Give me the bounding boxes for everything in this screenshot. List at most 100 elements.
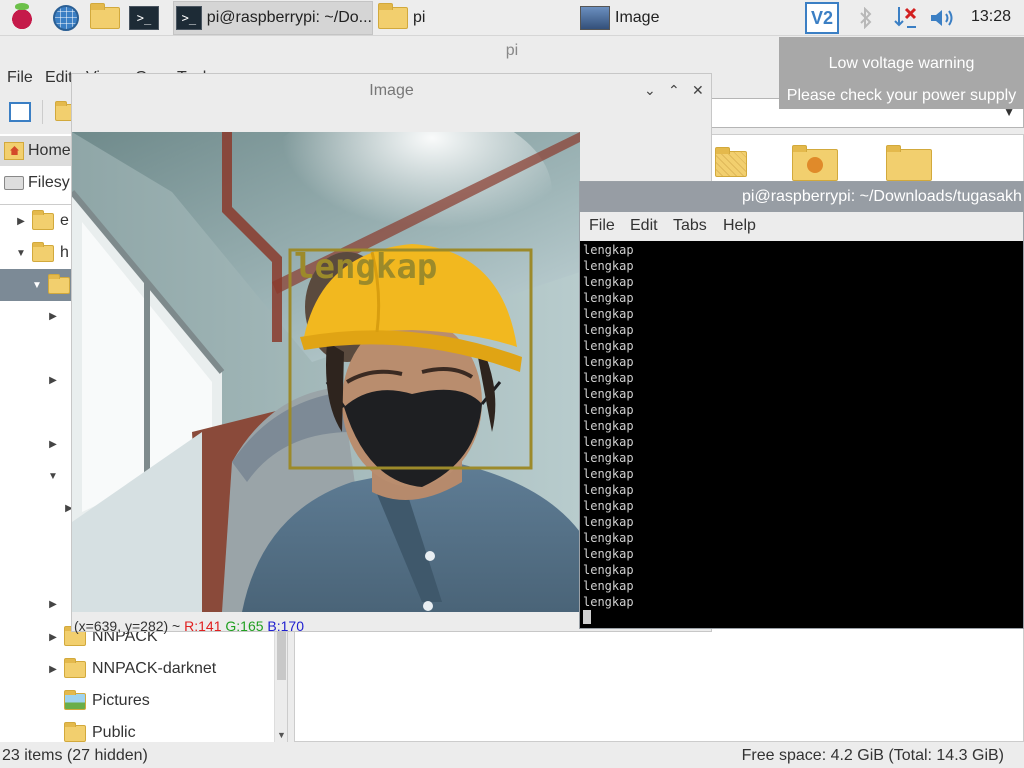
close-icon[interactable]: ✕ [692, 74, 704, 107]
tree-label: Pictures [92, 692, 150, 709]
folder-icon[interactable] [715, 147, 747, 177]
file-manager-statusbar: 23 items (27 hidden) Free space: 4.2 GiB… [0, 744, 1024, 768]
pixel-coords: (x=639, y=282) ~ [74, 618, 181, 634]
folder-icon [32, 209, 54, 230]
tree-row-pictures[interactable]: Pictures [0, 685, 287, 717]
expander-right-icon[interactable]: ▶ [46, 439, 60, 450]
image-window-titlebar[interactable]: Image ⌄ ⌃ ✕ [72, 74, 711, 107]
task-label: pi [413, 9, 426, 26]
web-browser-launcher[interactable] [51, 3, 81, 33]
maximize-icon[interactable]: ⌃ [668, 74, 680, 107]
file-manager-launcher[interactable] [90, 3, 120, 33]
home-folder-icon [48, 273, 70, 294]
folder-icon[interactable] [886, 145, 932, 181]
terminal-line: lengkap [583, 387, 634, 401]
taskbar: >_ >_ pi@raspberrypi: ~/Do... pi Image V… [0, 0, 1024, 36]
place-home[interactable]: Home [0, 136, 72, 166]
terminal-line: lengkap [583, 275, 634, 289]
terminal-line: lengkap [583, 307, 634, 321]
task-label: pi@raspberrypi: ~/Do... [206, 9, 372, 26]
expander-right-icon[interactable]: ▶ [46, 664, 60, 675]
term-menu-file[interactable]: File [589, 217, 615, 235]
clock[interactable]: 13:28 [971, 8, 1011, 26]
term-menu-edit[interactable]: Edit [630, 217, 658, 235]
minimize-icon[interactable]: ⌄ [644, 74, 656, 107]
terminal-window[interactable]: pi@raspberrypi: ~/Downloads/tugasakhir F… [579, 181, 1024, 629]
low-voltage-notification[interactable]: Low voltage warning Please check your po… [779, 37, 1024, 109]
terminal-line: lengkap [583, 515, 634, 529]
terminal-line: lengkap [583, 563, 634, 577]
terminal-line: lengkap [583, 579, 634, 593]
tree-row-nnpack-darknet[interactable]: ▶ NNPACK-darknet [0, 653, 287, 685]
folder-icon [378, 3, 408, 29]
detection-label: lengkap [294, 247, 437, 287]
volume-icon[interactable] [929, 4, 957, 32]
new-window-icon[interactable] [9, 102, 31, 122]
terminal-line: lengkap [583, 291, 634, 305]
menu-file[interactable]: File [7, 69, 33, 87]
terminal-line: lengkap [583, 339, 634, 353]
place-label: Filesy [28, 174, 70, 191]
folder-icon [64, 657, 86, 678]
task-image[interactable]: Image [578, 1, 768, 35]
task-terminal[interactable]: >_ pi@raspberrypi: ~/Do... [173, 1, 373, 35]
terminal-line: lengkap [583, 531, 634, 545]
terminal-launcher[interactable]: >_ [129, 3, 159, 33]
play-icon [807, 157, 823, 173]
terminal-line: lengkap [583, 451, 634, 465]
notification-body: Please check your power supply [786, 87, 1017, 104]
toolbar-divider [42, 100, 43, 124]
terminal-line: lengkap [583, 483, 634, 497]
pixel-r-value: R:141 [184, 618, 222, 634]
task-label: Image [615, 9, 660, 26]
vnc-icon[interactable]: V2 [805, 2, 839, 34]
expander-right-icon[interactable]: ▶ [46, 311, 60, 322]
expander-right-icon[interactable]: ▶ [46, 375, 60, 386]
term-menu-help[interactable]: Help [723, 217, 756, 235]
terminal-output[interactable]: lengkap lengkap lengkap lengkap lengkap lengk… [580, 241, 1023, 629]
tree-label: h [60, 244, 69, 261]
expander-right-icon[interactable]: ▶ [46, 632, 60, 643]
scroll-down-icon[interactable]: ▼ [277, 730, 286, 740]
folder-icon [32, 241, 54, 262]
camera-frame[interactable]: lengkap [72, 132, 580, 612]
terminal-line: lengkap [583, 499, 634, 513]
terminal-line: lengkap [583, 547, 634, 561]
drive-icon [4, 176, 24, 190]
pixel-info-status: (x=639, y=282) ~ R:141 G:165 B:170 [74, 618, 304, 634]
home-icon [4, 142, 24, 160]
terminal-line: lengkap [583, 419, 634, 433]
pixel-g-value: G:165 [225, 618, 264, 634]
terminal-line: lengkap [583, 355, 634, 369]
bluetooth-icon[interactable] [856, 4, 876, 32]
menu-edit[interactable]: Edit [45, 69, 73, 87]
terminal-titlebar[interactable]: pi@raspberrypi: ~/Downloads/tugasakhir [580, 182, 1023, 212]
window-title: Image [369, 82, 414, 99]
term-menu-tabs[interactable]: Tabs [673, 217, 707, 235]
expander-down-icon[interactable]: ▼ [46, 471, 60, 482]
expander-down-icon[interactable]: ▼ [14, 248, 28, 259]
tree-label: Public [92, 724, 136, 741]
expander-right-icon[interactable]: ▶ [14, 216, 28, 227]
task-file-manager[interactable]: pi [376, 1, 566, 35]
terminal-icon: >_ [129, 6, 159, 30]
terminal-line: lengkap [583, 371, 634, 385]
place-label: Home [28, 142, 71, 159]
image-app-icon [580, 6, 610, 30]
terminal-line: lengkap [583, 243, 634, 257]
expander-down-icon[interactable]: ▼ [30, 280, 44, 291]
tree-label: e [60, 212, 69, 229]
raspberry-icon [10, 3, 34, 30]
terminal-line: lengkap [583, 403, 634, 417]
terminal-line: lengkap [583, 259, 634, 273]
raspberry-menu-button[interactable] [7, 3, 37, 33]
place-filesystem[interactable]: Filesy [0, 168, 72, 198]
terminal-line: lengkap [583, 467, 634, 481]
network-disconnected-icon[interactable] [891, 4, 919, 32]
terminal-line: lengkap [583, 323, 634, 337]
videos-folder-icon[interactable] [792, 145, 838, 181]
terminal-icon: >_ [176, 6, 202, 30]
free-space: Free space: 4.2 GiB (Total: 14.3 GiB) [741, 747, 1004, 764]
expander-right-icon[interactable]: ▶ [46, 599, 60, 610]
items-count: 23 items (27 hidden) [2, 747, 148, 764]
